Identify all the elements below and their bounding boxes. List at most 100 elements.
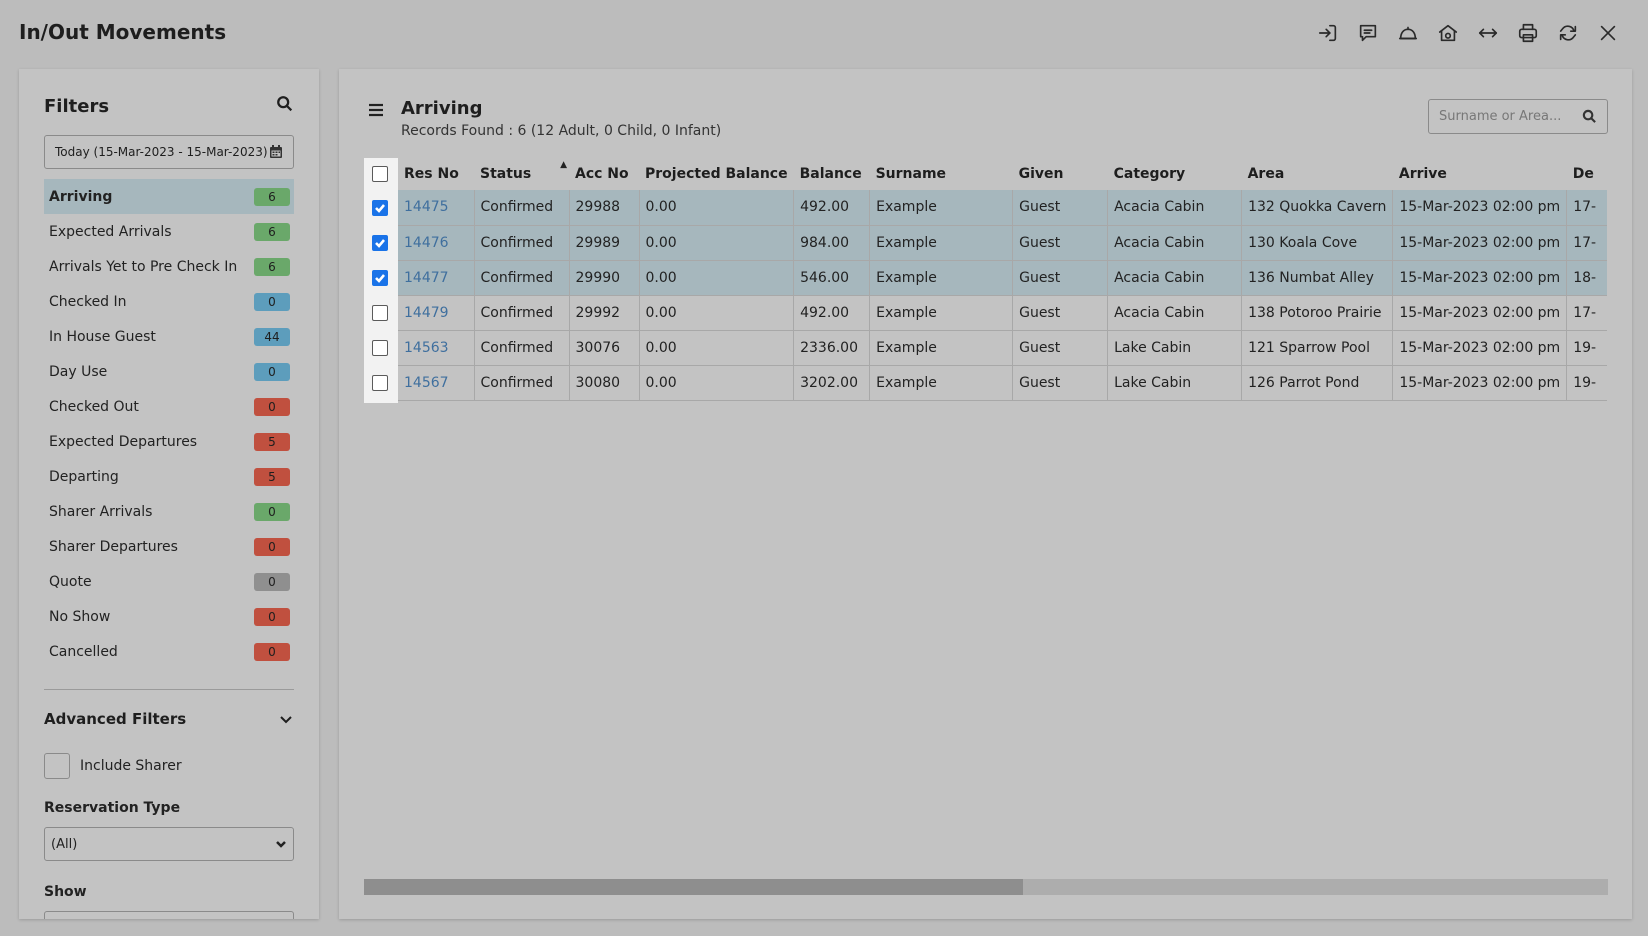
refresh-icon [1559, 25, 1577, 41]
date-range-value: Today (15-Mar-2023 - 15-Mar-2023) [55, 145, 268, 159]
filter-item-checked-in[interactable]: Checked In 0 [44, 284, 294, 319]
res-no-link[interactable]: 14475 [404, 199, 449, 215]
show-select[interactable] [44, 911, 294, 919]
include-sharer: Include Sharer [44, 753, 182, 779]
select-all-checkbox[interactable] [372, 166, 388, 182]
print-button[interactable] [1516, 20, 1540, 46]
cell-res-no: 14567 [398, 365, 474, 401]
date-range-picker[interactable]: Today (15-Mar-2023 - 15-Mar-2023) [44, 135, 294, 169]
column-header-projected-balance[interactable]: Projected Balance [639, 158, 794, 190]
close-button[interactable] [1596, 20, 1620, 46]
row-checkbox[interactable] [372, 374, 388, 391]
count-badge: 0 [254, 642, 290, 661]
cell-depart: 19- [1566, 330, 1607, 366]
house-dollar-button[interactable] [1436, 20, 1460, 46]
filter-item-quote[interactable]: Quote 0 [44, 564, 294, 599]
cell-balance: 2336.00 [793, 330, 870, 366]
filters-title: Filters [44, 95, 110, 117]
table-header-row: Res No Status ▲ Acc No Projected Balance … [364, 158, 1607, 190]
filter-item-sharer-arrivals[interactable]: Sharer Arrivals 0 [44, 494, 294, 529]
column-header-status-label: Status [480, 166, 532, 182]
count-badge: 5 [254, 432, 290, 451]
cell-res-no: 14479 [398, 295, 474, 331]
res-no-link[interactable]: 14567 [404, 375, 449, 391]
table-row[interactable]: 14567 Confirmed 30080 0.00 3202.00 Example Gue… [364, 365, 1607, 401]
column-header-area[interactable]: Area [1242, 158, 1393, 190]
filters-search-button[interactable] [276, 95, 294, 117]
cell-given: Guest [1012, 365, 1108, 401]
row-checkbox[interactable] [372, 304, 388, 321]
search-icon[interactable] [1582, 109, 1597, 124]
refresh-button[interactable] [1556, 20, 1580, 46]
row-checkbox[interactable] [372, 339, 388, 356]
res-no-link[interactable]: 14563 [404, 340, 449, 356]
close-icon [1600, 25, 1616, 41]
scrollbar-thumb[interactable] [364, 879, 1024, 895]
column-header-res-no[interactable]: Res No [398, 158, 474, 190]
horizontal-scrollbar[interactable] [364, 879, 1608, 895]
cell-res-no: 14475 [398, 190, 474, 226]
house-dollar-icon [1438, 24, 1458, 42]
filter-item-day-use[interactable]: Day Use 0 [44, 354, 294, 389]
column-header-arrive[interactable]: Arrive [1393, 158, 1567, 190]
filter-item-label: Expected Departures [49, 433, 198, 450]
res-no-link[interactable]: 14477 [404, 270, 449, 286]
cell-arrive: 15-Mar-2023 02:00 pm [1392, 365, 1567, 401]
row-checkbox[interactable] [372, 234, 388, 251]
column-header-category[interactable]: Category [1108, 158, 1242, 190]
filter-item-checked-out[interactable]: Checked Out 0 [44, 389, 294, 424]
resize-horizontal-button[interactable] [1476, 20, 1500, 46]
reservation-type-value: (All) [51, 836, 78, 852]
column-header-balance[interactable]: Balance [794, 158, 870, 190]
res-no-link[interactable]: 14476 [404, 235, 449, 251]
column-header-status[interactable]: Status ▲ [474, 158, 569, 190]
column-header-surname[interactable]: Surname [870, 158, 1013, 190]
cell-category: Acacia Cabin [1107, 225, 1242, 261]
filter-item-expected-arrivals[interactable]: Expected Arrivals 6 [44, 214, 294, 249]
reservation-type-select[interactable]: (All) [44, 827, 294, 861]
bell-button[interactable] [1396, 20, 1420, 46]
cell-projected-balance: 0.00 [638, 330, 794, 366]
cell-status: Confirmed [473, 190, 569, 226]
row-checkbox[interactable] [372, 199, 388, 216]
table-row[interactable]: 14563 Confirmed 30076 0.00 2336.00 Example Gue… [364, 330, 1607, 366]
cell-status: Confirmed [473, 225, 569, 261]
filter-item-label: Quote [49, 573, 92, 590]
search-input[interactable] [1437, 108, 1567, 125]
filter-item-no-show[interactable]: No Show 0 [44, 599, 294, 634]
filter-item-sharer-departures[interactable]: Sharer Departures 0 [44, 529, 294, 564]
message-button[interactable] [1356, 20, 1380, 46]
advanced-filters-toggle[interactable]: Advanced Filters [44, 710, 294, 728]
sort-ascending-icon: ▲ [560, 160, 567, 170]
filter-item-cancelled[interactable]: Cancelled 0 [44, 634, 294, 669]
filter-item-label: In House Guest [49, 328, 156, 345]
column-header-acc-no[interactable]: Acc No [569, 158, 639, 190]
row-select-cell [364, 330, 398, 365]
include-sharer-checkbox[interactable] [44, 753, 70, 779]
cell-given: Guest [1012, 330, 1108, 366]
column-header-depart[interactable]: De [1567, 158, 1607, 190]
table-row[interactable]: 14476 Confirmed 29989 0.00 984.00 Example Gues… [364, 225, 1607, 261]
filter-item-expected-departures[interactable]: Expected Departures 5 [44, 424, 294, 459]
cell-area: 121 Sparrow Pool [1241, 330, 1393, 366]
column-header-given[interactable]: Given [1013, 158, 1108, 190]
table-row[interactable]: 14479 Confirmed 29992 0.00 492.00 Example Gues… [364, 295, 1607, 331]
cell-acc-no: 30080 [568, 365, 639, 401]
table-row[interactable]: 14477 Confirmed 29990 0.00 546.00 Example Gues… [364, 260, 1607, 296]
cell-depart: 19- [1566, 365, 1607, 401]
chevron-down-icon [280, 716, 292, 724]
filter-item-departing[interactable]: Departing 5 [44, 459, 294, 494]
menu-button[interactable] [367, 101, 385, 123]
filter-item-label: Departing [49, 468, 119, 485]
cell-area: 130 Koala Cove [1241, 225, 1393, 261]
cell-given: Guest [1012, 295, 1108, 331]
filter-item-arriving[interactable]: Arriving 6 [44, 179, 294, 214]
check-in-button[interactable] [1316, 20, 1340, 46]
filter-item-arrivals-yet-to-pre-check-in[interactable]: Arrivals Yet to Pre Check In 6 [44, 249, 294, 284]
filter-item-in-house-guest[interactable]: In House Guest 44 [44, 319, 294, 354]
res-no-link[interactable]: 14479 [404, 305, 449, 321]
row-checkbox[interactable] [372, 269, 388, 286]
table-row[interactable]: 14475 Confirmed 29988 0.00 492.00 Example Gues… [364, 190, 1607, 226]
count-badge: 6 [254, 187, 290, 206]
filters-header: Filters [44, 95, 294, 117]
